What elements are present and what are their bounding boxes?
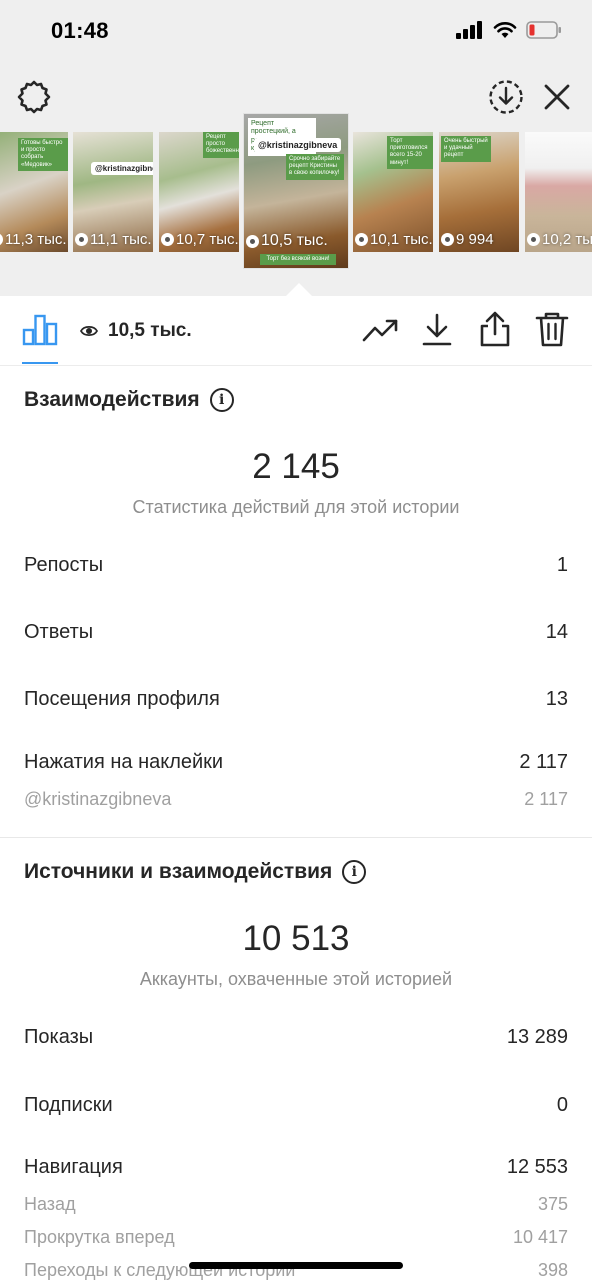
views-count-value: 10,5 тыс. [108, 320, 192, 341]
story-thumbnail[interactable]: Готовы быстро и просто собрать «Медовик»… [0, 132, 68, 252]
metric-subvalue: 10 417 [512, 1227, 568, 1247]
story-view-count: 11,1 тыс. [75, 231, 152, 248]
story-thumbnail[interactable]: Очень быстрый и удачный рецепт 9 994 [439, 132, 519, 252]
metric-row-reposts: Репосты 1 [24, 554, 568, 577]
interactions-caption: Статистика действий для этой истории [132, 497, 460, 517]
metric-label: Показы [24, 1026, 94, 1048]
info-icon[interactable]: i [342, 860, 367, 884]
story-thumbnail-selected[interactable]: Рецепт простецкий, а результат крутецкий… [244, 114, 348, 268]
metric-value: 2 117 [519, 751, 568, 773]
story-mention-tag: @kristinazgibneva [254, 138, 342, 152]
eye-icon [75, 233, 88, 246]
eye-icon [441, 233, 454, 246]
metric-row-impressions: Показы 13 289 [24, 1026, 568, 1049]
story-thumbnail[interactable]: Рецепт просто божественный! 10,7 тыс. [159, 132, 239, 252]
interactions-total: 2 145 [252, 447, 340, 486]
metric-sublabel: @kristinazgibneva [24, 789, 172, 809]
story-view-count: 10,1 тыс. [355, 231, 433, 248]
eye-icon [80, 325, 98, 337]
active-tab-underline [22, 362, 58, 364]
eye-icon [0, 233, 3, 246]
story-view-count: 10,2 тыс. [527, 231, 592, 248]
insights-toolbar: 10,5 тыс. [0, 296, 592, 366]
story-banner: Рецепт просто божественный! [203, 132, 239, 158]
metric-subrow-forward: Прокрутка вперед 10 417 [24, 1227, 568, 1248]
metric-subrow-back: Назад 375 [24, 1194, 568, 1215]
story-banner: Готовы быстро и просто собрать «Медовик» [18, 138, 68, 171]
close-icon[interactable] [543, 83, 571, 111]
story-banner-secondary: Срочно забирайте рецепт Кристины в свою … [286, 154, 344, 180]
story-view-count: 10,7 тыс. [161, 231, 239, 248]
cellular-signal-icon [456, 21, 482, 39]
interactions-section-title: Взаимодействия i [24, 388, 234, 412]
story-thumbnail[interactable]: @kristinazgibneva 11,1 тыс. [73, 132, 153, 252]
metric-value: 14 [545, 621, 568, 643]
status-bar: 01:48 [0, 0, 592, 64]
battery-icon [526, 21, 561, 39]
metric-value: 12 553 [506, 1156, 568, 1178]
metric-value: 0 [556, 1094, 568, 1116]
metric-value: 1 [556, 554, 568, 576]
metric-subvalue: 398 [537, 1260, 568, 1280]
discovery-caption: Аккаунты, охваченные этой историей [139, 969, 453, 989]
status-time: 01:48 [51, 18, 109, 43]
home-indicator[interactable] [189, 1262, 403, 1269]
metric-subvalue: 375 [537, 1194, 568, 1214]
metric-value: 13 [545, 688, 568, 710]
discovery-section-title: Источники и взаимодействия i [24, 860, 367, 884]
share-icon[interactable] [478, 310, 512, 348]
eye-icon [355, 233, 368, 246]
metric-subrow-mention: @kristinazgibneva 2 117 [24, 789, 568, 810]
story-banner: Торт приготовился всего 15-20 минут! [387, 136, 433, 169]
settings-gear-icon[interactable] [16, 79, 52, 115]
wifi-icon [493, 22, 517, 38]
story-thumbnail[interactable]: Торт приготовился всего 15-20 минут! 10,… [353, 132, 433, 252]
metric-label: Посещения профиля [24, 688, 220, 710]
download-circle-icon[interactable] [488, 79, 524, 115]
metric-sublabel: Назад [24, 1194, 76, 1214]
views-count: 10,5 тыс. [80, 320, 192, 342]
info-icon[interactable]: i [209, 388, 234, 412]
story-banner: Очень быстрый и удачный рецепт [441, 136, 491, 162]
discovery-title-text: Источники и взаимодействия [24, 860, 333, 883]
story-thumbnail[interactable]: 10,2 тыс. [525, 132, 592, 252]
eye-icon [246, 234, 259, 248]
story-view-count: 9 994 [441, 231, 494, 248]
eye-icon [161, 233, 174, 246]
story-viewer-header: 01:48 Готовы быстро и просто собрать «Ме… [0, 0, 592, 296]
story-thumbnails-strip[interactable]: Готовы быстро и просто собрать «Медовик»… [0, 112, 592, 272]
metric-row-follows: Подписки 0 [24, 1094, 568, 1117]
metric-row-replies: Ответы 14 [24, 621, 568, 644]
section-divider [0, 837, 592, 838]
metric-label: Нажатия на наклейки [24, 751, 224, 773]
bar-chart-icon[interactable] [22, 312, 58, 346]
story-footer-banner: Торт без всякой возни! [260, 253, 336, 265]
story-view-count: 11,3 тыс. [0, 231, 67, 248]
metric-label: Навигация [24, 1156, 123, 1178]
story-view-count: 10,5 тыс. [246, 232, 328, 250]
metric-label: Ответы [24, 621, 94, 643]
status-icons [456, 21, 562, 39]
interactions-title-text: Взаимодействия [24, 388, 200, 411]
metric-value: 13 289 [506, 1026, 568, 1048]
metric-label: Подписки [24, 1094, 113, 1116]
metric-sublabel: Прокрутка вперед [24, 1227, 175, 1247]
discovery-total: 10 513 [242, 919, 350, 958]
selected-story-pointer [285, 283, 313, 297]
save-download-icon[interactable] [421, 312, 453, 348]
metric-row-sticker-taps: Нажатия на наклейки 2 117 [24, 751, 568, 774]
metric-subvalue: 2 117 [524, 789, 568, 809]
story-mention-tag: @kristinazgibneva [91, 162, 153, 175]
metric-label: Репосты [24, 554, 104, 576]
eye-icon [527, 233, 540, 246]
delete-trash-icon[interactable] [535, 310, 569, 348]
metric-row-navigation: Навигация 12 553 [24, 1156, 568, 1179]
promote-trend-icon[interactable] [362, 316, 400, 344]
metric-row-profile-visits: Посещения профиля 13 [24, 688, 568, 711]
